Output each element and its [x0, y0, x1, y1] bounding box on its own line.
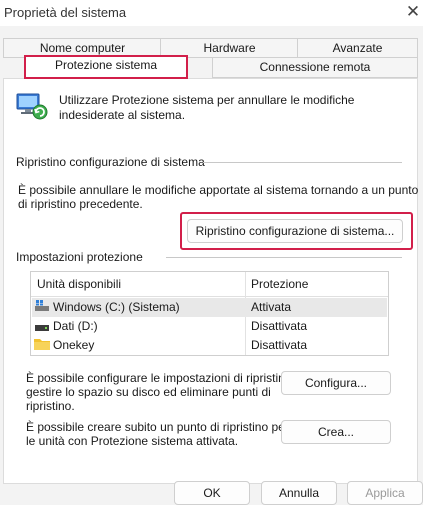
restore-heading: Ripristino configurazione di sistema: [16, 155, 205, 169]
configure-text-line1: È possibile configurare le impostazioni …: [26, 371, 295, 385]
restore-desc-line2: di ripristino precedente.: [18, 197, 143, 211]
system-protection-icon: [14, 88, 48, 122]
column-header-drives[interactable]: Unità disponibili: [37, 277, 121, 292]
folder-icon: [34, 337, 50, 350]
drive-name: Onekey: [53, 338, 95, 352]
configure-text-line3: ripristino.: [26, 399, 75, 413]
column-header-protection[interactable]: Protezione: [251, 277, 308, 292]
tab-protezione-sistema[interactable]: Protezione sistema: [24, 55, 188, 79]
create-button[interactable]: Crea...: [281, 420, 391, 444]
drive-name: Windows (C:) (Sistema): [53, 300, 180, 314]
configure-button[interactable]: Configura...: [281, 371, 391, 395]
restore-desc-line1: È possibile annullare le modifiche appor…: [18, 183, 419, 197]
create-text-line2: le unità con Protezione sistema attivata…: [26, 434, 239, 448]
apply-button[interactable]: Applica: [347, 481, 423, 505]
intro-text-line2: indesiderate al sistema.: [59, 108, 186, 122]
tab-connessione-remota[interactable]: Connessione remota: [212, 57, 418, 78]
restore-divider: [203, 162, 402, 163]
window-title: Proprietà del sistema: [4, 5, 127, 20]
drive-status: Disattivata: [251, 319, 308, 333]
intro-text-line1: Utilizzare Protezione sistema per annull…: [59, 93, 355, 107]
drive-status: Attivata: [251, 300, 292, 314]
windows-drive-icon: [35, 300, 49, 312]
drives-list[interactable]: Unità disponibili Protezione Windows (C:…: [30, 271, 389, 356]
restore-button[interactable]: Ripristino configurazione di sistema...: [187, 219, 403, 243]
drive-name: Dati (D:): [53, 319, 98, 333]
protection-heading: Impostazioni protezione: [16, 250, 143, 264]
tab-avanzate[interactable]: Avanzate: [297, 38, 418, 58]
ok-button[interactable]: OK: [174, 481, 250, 505]
protection-divider: [166, 257, 402, 258]
cancel-button[interactable]: Annulla: [261, 481, 337, 505]
drive-status: Disattivata: [251, 338, 308, 352]
create-text-line1: È possibile creare subito un punto di ri…: [26, 420, 289, 434]
close-icon[interactable]: ✕: [403, 1, 423, 23]
drive-icon: [35, 321, 49, 331]
configure-text-line2: gestire lo spazio su disco ed eliminare …: [26, 385, 271, 399]
